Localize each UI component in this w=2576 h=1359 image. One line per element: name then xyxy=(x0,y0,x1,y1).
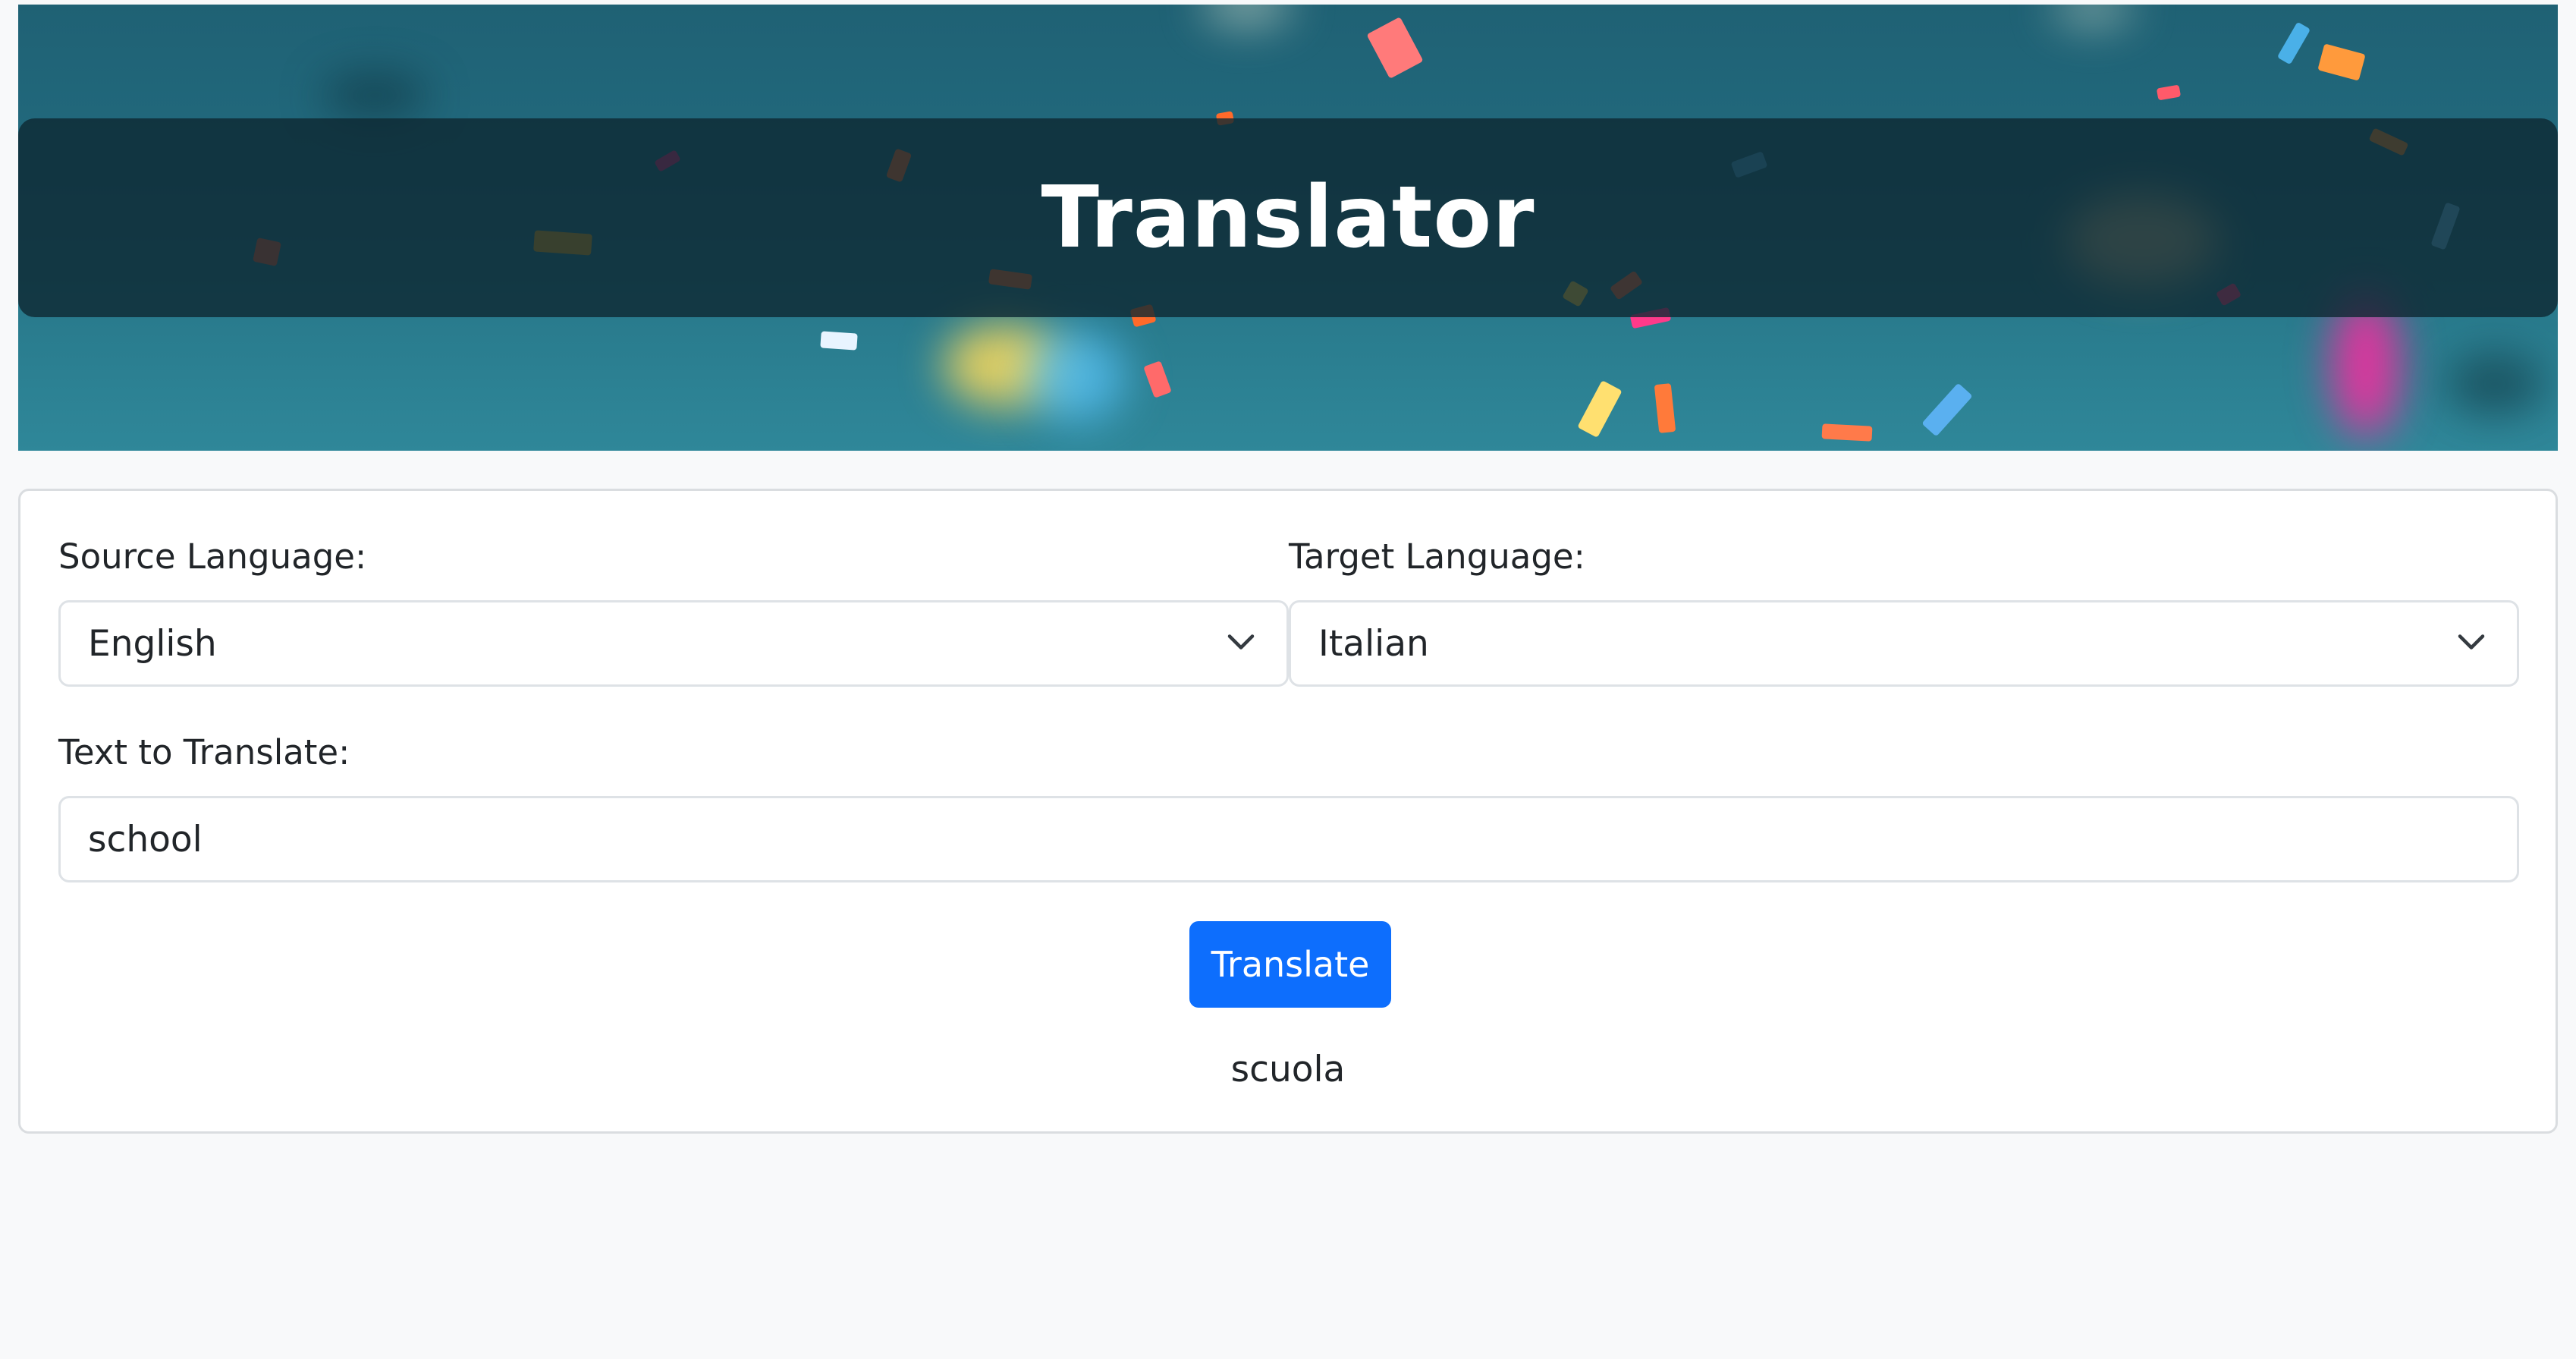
translate-button[interactable]: Translate xyxy=(1189,921,1391,1008)
bokeh-glow xyxy=(322,73,428,118)
confetti xyxy=(2156,84,2182,101)
target-language-value: Italian xyxy=(1318,622,1429,665)
confetti xyxy=(1921,382,1973,437)
confetti xyxy=(2276,21,2311,65)
source-language-select[interactable]: English xyxy=(58,600,1289,687)
confetti xyxy=(820,331,858,351)
confetti xyxy=(2317,43,2366,81)
confetti xyxy=(1654,383,1676,433)
confetti xyxy=(1821,423,1873,442)
target-language-select[interactable]: Italian xyxy=(1289,600,2519,687)
target-language-label: Target Language: xyxy=(1289,536,1585,577)
translation-result: scuola xyxy=(1230,1049,1346,1090)
hero-title-band: Translator xyxy=(18,118,2558,317)
bokeh-glow xyxy=(2051,5,2135,27)
source-language-value: English xyxy=(88,622,217,665)
chevron-down-icon xyxy=(1227,634,1255,650)
confetti xyxy=(1366,17,1424,79)
confetti xyxy=(1143,360,1172,398)
page-title: Translator xyxy=(1041,168,1535,267)
confetti xyxy=(1577,380,1623,438)
bokeh-glow xyxy=(2446,354,2544,414)
hero-banner: Translator xyxy=(18,5,2558,451)
bokeh-glow xyxy=(1202,5,1293,27)
text-to-translate-input[interactable] xyxy=(58,796,2519,882)
source-language-label: Source Language: xyxy=(58,536,367,577)
translator-form-card: Source Language: English Target Language… xyxy=(18,489,2558,1134)
text-to-translate-label: Text to Translate: xyxy=(58,732,350,772)
bokeh-glow xyxy=(1027,331,1126,422)
chevron-down-icon xyxy=(2458,634,2485,650)
